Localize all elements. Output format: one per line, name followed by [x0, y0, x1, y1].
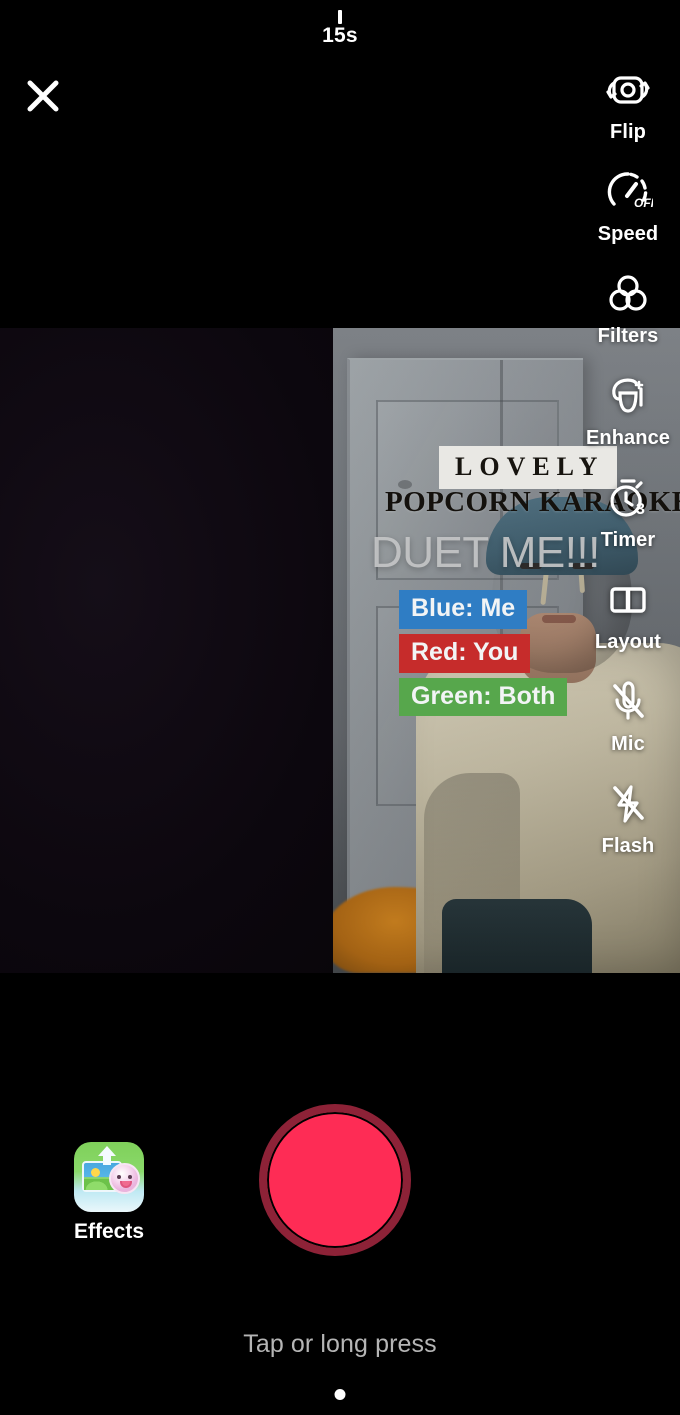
- duration-tick-icon: [338, 10, 342, 24]
- record-hint-text: Tap or long press: [243, 1330, 437, 1358]
- close-x-icon: [27, 80, 59, 112]
- tool-rail: Flip OFF Speed Filters: [576, 64, 680, 880]
- tool-label: Flash: [601, 835, 655, 857]
- tool-enhance[interactable]: Enhance: [576, 370, 680, 450]
- tool-label: Layout: [594, 631, 662, 653]
- home-indicator: [334, 1389, 346, 1400]
- overlay-tag: Red: You: [399, 633, 531, 673]
- tool-flip[interactable]: Flip: [576, 64, 680, 144]
- tool-mic[interactable]: Mic: [576, 676, 680, 756]
- camera-flip-icon: [603, 64, 653, 116]
- effects-button[interactable]: Effects: [74, 1142, 144, 1244]
- tool-flash[interactable]: Flash: [576, 778, 680, 858]
- tool-layout[interactable]: Layout: [576, 574, 680, 654]
- stopwatch-icon: 3: [603, 472, 653, 524]
- overlay-tag: Green: Both: [399, 677, 568, 717]
- tool-speed[interactable]: OFF Speed: [576, 166, 680, 246]
- close-button[interactable]: [20, 73, 66, 119]
- three-circles-filter-icon: [603, 268, 653, 320]
- tool-label: Filters: [597, 325, 659, 347]
- microphone-muted-icon: [603, 676, 653, 728]
- overlay-call-to-action: DUET ME!!!: [371, 528, 600, 577]
- svg-text:3: 3: [636, 501, 645, 518]
- tool-label: Mic: [611, 733, 645, 755]
- svg-text:OFF: OFF: [634, 196, 653, 210]
- camera-screen: 15s LOVELY POPCORN KARAOKE DUET ME!!! Bl…: [0, 0, 680, 1415]
- tool-filters[interactable]: Filters: [576, 268, 680, 348]
- flash-off-icon: [603, 778, 653, 830]
- duration-indicator[interactable]: 15s: [0, 10, 680, 46]
- tool-label: Flip: [610, 121, 646, 143]
- overlay-tag: Blue: Me: [399, 590, 528, 629]
- effects-label: Effects: [73, 1220, 145, 1243]
- duration-label: 15s: [322, 24, 358, 47]
- tool-label: Enhance: [585, 427, 671, 449]
- overlay-tag-list: Blue: Me Red: You Green: Both: [399, 590, 568, 717]
- face-sparkle-enhance-icon: [603, 370, 653, 422]
- speedometer-icon: OFF: [603, 166, 653, 218]
- tool-label: Speed: [597, 223, 659, 245]
- effects-sticker-icon: [74, 1142, 144, 1212]
- self-camera-preview[interactable]: [0, 328, 333, 973]
- split-layout-icon: [603, 574, 653, 626]
- record-button[interactable]: [259, 1104, 411, 1256]
- tool-timer[interactable]: 3 Timer: [576, 472, 680, 552]
- tool-label: Timer: [600, 529, 656, 551]
